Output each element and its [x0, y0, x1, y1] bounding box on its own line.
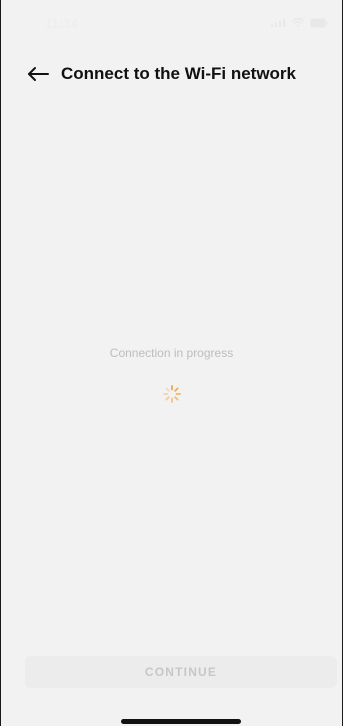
page-header: Connect to the Wi-Fi network	[1, 56, 342, 92]
back-button[interactable]	[21, 57, 55, 91]
status-time: 11:14	[45, 16, 79, 31]
wifi-icon	[291, 18, 305, 28]
connection-status-text: Connection in progress	[109, 346, 234, 360]
continue-button[interactable]: CONTINUE	[25, 656, 337, 688]
battery-icon	[310, 18, 328, 28]
page-title: Connect to the Wi-Fi network	[61, 64, 297, 83]
status-bar: 11:14	[1, 0, 342, 48]
signal-icon	[270, 18, 286, 28]
status-icons	[270, 18, 328, 28]
app-screen: 11:14 Connect to the Wi-Fi network Conne…	[0, 0, 343, 726]
loading-spinner-icon	[163, 385, 181, 403]
arrow-left-icon	[28, 67, 49, 81]
home-indicator	[121, 719, 241, 724]
